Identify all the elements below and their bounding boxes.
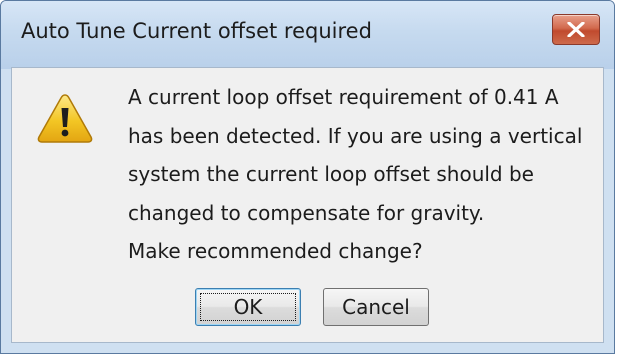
message-line: changed to compensate for gravity. xyxy=(128,200,485,225)
close-x-icon xyxy=(567,22,585,37)
dialog-title: Auto Tune Current offset required xyxy=(21,19,372,43)
title-bar[interactable]: Auto Tune Current offset required xyxy=(1,1,614,69)
message-text: A current loop offset requirement of 0.4… xyxy=(128,78,598,271)
close-button[interactable] xyxy=(552,14,600,45)
dialog-window: Auto Tune Current offset required A curr… xyxy=(0,0,615,354)
dialog-body: A current loop offset requirement of 0.4… xyxy=(11,67,604,343)
message-line: system the current loop offset should be xyxy=(128,162,534,186)
message-line: has been detected. If you are using a ve… xyxy=(128,123,583,148)
ok-button[interactable]: OK xyxy=(195,288,301,326)
message-line: A current loop offset requirement of 0.4… xyxy=(128,85,559,109)
warning-icon xyxy=(37,94,93,143)
ok-button-label: OK xyxy=(233,295,263,319)
cancel-button-label: Cancel xyxy=(342,295,410,319)
message-line: Make recommended change? xyxy=(128,239,423,263)
cancel-button[interactable]: Cancel xyxy=(323,288,429,326)
